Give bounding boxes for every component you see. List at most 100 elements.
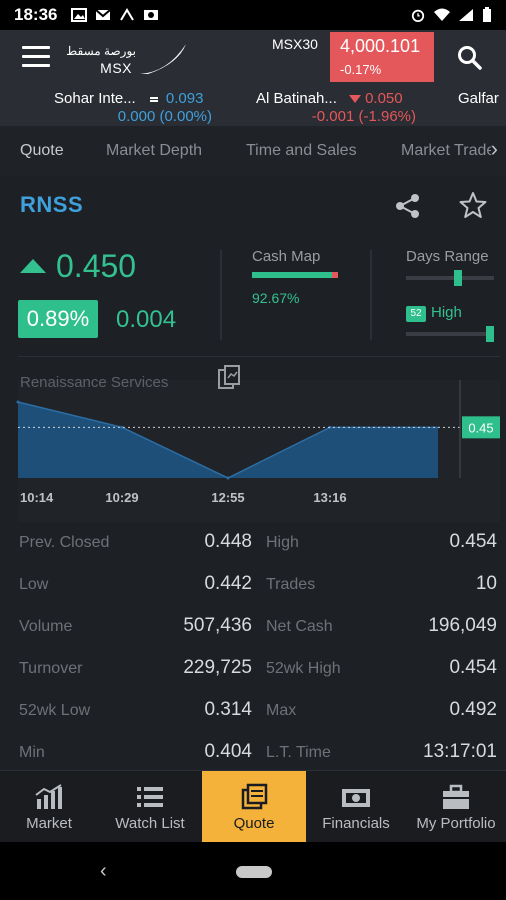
status-time: 18:36 bbox=[14, 5, 58, 24]
money-notification-icon bbox=[144, 10, 159, 20]
index-change: -0.17% bbox=[340, 62, 382, 77]
cash-map-label: Cash Map bbox=[252, 248, 321, 265]
msx-logo: بورصة مسقط MSX bbox=[64, 40, 194, 78]
price-value: 0.450 bbox=[56, 248, 137, 284]
quote-tabs: Quote Market Depth Time and Sales Market… bbox=[0, 126, 506, 176]
index-name: MSX30 bbox=[272, 36, 318, 52]
stat-value: 507,436 bbox=[183, 615, 252, 636]
stat-label: Volume bbox=[19, 618, 73, 635]
stats-row: Volume 507,436 Net Cash 196,049 bbox=[0, 606, 506, 648]
signal-icon bbox=[459, 9, 473, 21]
tab-quote[interactable]: Quote bbox=[20, 142, 64, 160]
stat-value: 13:17:01 bbox=[423, 741, 497, 762]
down-arrow-icon bbox=[349, 95, 362, 104]
nav-watch-list[interactable]: Watch List bbox=[98, 771, 202, 843]
logo-arabic-text: بورصة مسقط bbox=[66, 44, 136, 58]
tab-market-depth[interactable]: Market Depth bbox=[106, 142, 202, 160]
status-bar: 18:36 bbox=[0, 0, 506, 30]
nav-quote[interactable]: Quote bbox=[202, 771, 306, 843]
stat-label: Min bbox=[19, 744, 45, 761]
home-pill[interactable] bbox=[236, 866, 272, 878]
stat-label: 52wk Low bbox=[19, 702, 91, 719]
x-tick-label: 13:16 bbox=[313, 490, 346, 505]
stats-row: Min 0.404 L.T. Time 13:17:01 bbox=[0, 732, 506, 774]
stat-value: 0.454 bbox=[449, 531, 497, 552]
cash-map-percent: 92.67% bbox=[252, 290, 300, 306]
back-icon[interactable]: ‹ bbox=[100, 860, 107, 883]
app-notification-icon bbox=[120, 8, 135, 21]
days-range-track bbox=[406, 270, 494, 286]
stat-cell: 52wk Low 0.314 bbox=[18, 690, 262, 730]
stat-cell: High 0.454 bbox=[265, 522, 501, 562]
nav-label: Financials bbox=[322, 815, 390, 832]
battery-icon bbox=[483, 7, 491, 22]
52wk-range-track bbox=[406, 326, 494, 342]
ticker-value: 0.050 bbox=[365, 90, 403, 107]
image-notification-icon bbox=[71, 8, 88, 22]
tab-time-and-sales[interactable]: Time and Sales bbox=[246, 142, 357, 160]
gmail-icon bbox=[95, 9, 112, 20]
chart-title: Renaissance Services bbox=[20, 374, 169, 391]
menu-icon[interactable] bbox=[22, 46, 50, 68]
stat-label: High bbox=[266, 534, 299, 551]
stat-cell: Min 0.404 bbox=[18, 732, 262, 772]
logo-text: MSX bbox=[100, 60, 132, 76]
x-tick-label: 12:55 bbox=[211, 490, 244, 505]
list-icon bbox=[137, 787, 163, 807]
nav-financials[interactable]: Financials bbox=[306, 771, 406, 843]
change-percent-badge: 0.89% bbox=[18, 300, 98, 338]
stat-label: 52wk High bbox=[266, 660, 341, 677]
stat-value: 229,725 bbox=[183, 657, 252, 678]
share-icon[interactable] bbox=[394, 192, 422, 220]
52wk-high-label: High bbox=[431, 304, 462, 321]
stats-row: Prev. Closed 0.448 High 0.454 bbox=[0, 522, 506, 564]
ticker-item[interactable]: Galfar bbox=[458, 90, 506, 124]
nav-my-portfolio[interactable]: My Portfolio bbox=[406, 771, 506, 843]
quote-icon bbox=[241, 783, 268, 810]
days-range-marker bbox=[454, 270, 462, 286]
bar-chart-icon bbox=[35, 784, 62, 809]
stat-label: Prev. Closed bbox=[19, 534, 110, 551]
stat-cell: Trades 10 bbox=[265, 564, 501, 604]
stat-label: Net Cash bbox=[266, 618, 333, 635]
intraday-chart[interactable]: 0.45 10:14 10:29 12:55 13:16 bbox=[0, 380, 506, 522]
search-icon[interactable] bbox=[456, 44, 484, 72]
stats-row: Low 0.442 Trades 10 bbox=[0, 564, 506, 606]
52wk-range-marker bbox=[486, 326, 494, 342]
nav-label: My Portfolio bbox=[416, 815, 496, 832]
star-icon[interactable] bbox=[458, 190, 488, 220]
wifi-icon bbox=[434, 8, 450, 21]
ticker-item[interactable]: Al Batinah... 0.050 -0.001 (-1.96%) bbox=[256, 90, 416, 125]
x-tick-label: 10:14 bbox=[20, 490, 54, 505]
divider bbox=[220, 250, 222, 340]
chart-type-toggle-icon[interactable] bbox=[216, 364, 244, 392]
index-box[interactable]: 4,000.101 -0.17% bbox=[330, 32, 434, 82]
stat-cell: Net Cash 196,049 bbox=[265, 606, 501, 646]
ticker-item[interactable]: Sohar Inte... 0.093 0.000 (0.00%) bbox=[54, 90, 214, 125]
alarm-icon bbox=[411, 9, 425, 22]
stat-value: 0.404 bbox=[204, 741, 252, 762]
index-value: 4,000.101 bbox=[340, 36, 421, 56]
stat-value: 0.314 bbox=[204, 699, 252, 720]
stat-cell: Low 0.442 bbox=[18, 564, 262, 604]
stat-cell: Volume 507,436 bbox=[18, 606, 262, 646]
stats-row: 52wk Low 0.314 Max 0.492 bbox=[0, 690, 506, 732]
stats-grid: Prev. Closed 0.448 High 0.454 Low 0.442 Trades… bbox=[0, 522, 506, 772]
ticker-strip[interactable]: Sohar Inte... 0.093 0.000 (0.00%) Al Bat… bbox=[0, 88, 506, 126]
up-arrow-icon bbox=[20, 258, 46, 273]
briefcase-icon bbox=[443, 784, 469, 809]
x-tick-label: 10:29 bbox=[105, 490, 138, 505]
stat-label: L.T. Time bbox=[266, 744, 331, 761]
stat-value: 10 bbox=[475, 573, 497, 594]
stat-value: 0.492 bbox=[449, 699, 497, 720]
nav-market[interactable]: Market bbox=[0, 771, 98, 843]
logo-swoosh-icon bbox=[140, 44, 186, 74]
chart-point bbox=[226, 476, 230, 480]
nav-label: Quote bbox=[233, 815, 275, 832]
tab-market-trade[interactable]: Market Trade bbox=[401, 142, 491, 160]
days-range-label: Days Range bbox=[406, 248, 489, 265]
money-icon bbox=[342, 789, 370, 807]
ticker-change: 0.000 (0.00%) bbox=[117, 108, 212, 125]
stat-label: Max bbox=[266, 702, 297, 719]
chevron-right-icon[interactable]: › bbox=[491, 136, 498, 162]
